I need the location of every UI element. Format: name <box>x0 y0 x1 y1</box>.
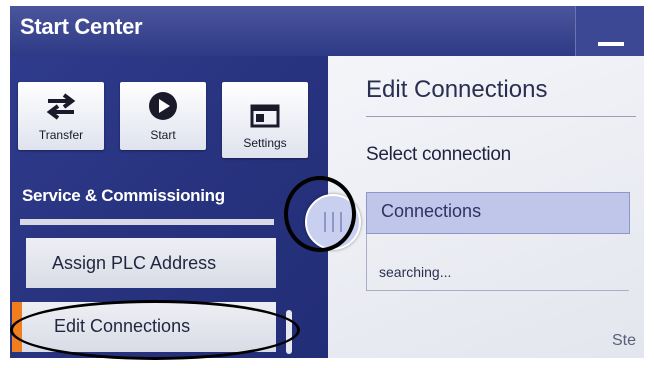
window-title: Start Center <box>20 14 143 39</box>
transfer-button[interactable]: Transfer <box>18 82 104 150</box>
start-label: Start <box>150 128 176 142</box>
sidebar-item-assign-plc-address[interactable]: Assign PLC Address <box>26 238 276 288</box>
title-bar: Start Center <box>10 6 644 56</box>
connections-header-label: Connections <box>381 201 482 221</box>
play-circle-icon <box>120 90 206 122</box>
settings-label: Settings <box>243 136 287 150</box>
minimize-icon <box>598 42 624 46</box>
search-status-text: searching... <box>379 264 452 280</box>
minimize-button[interactable] <box>575 6 644 56</box>
transfer-label: Transfer <box>38 128 84 142</box>
panel-title: Edit Connections <box>366 76 548 103</box>
start-button[interactable]: Start <box>120 82 206 150</box>
annotation-ellipse-edit-connections <box>10 300 300 360</box>
edit-connections-panel: Edit Connections Select connection Conne… <box>328 56 644 358</box>
select-connection-label: Select connection <box>366 144 511 165</box>
sidebar-item-label: Assign PLC Address <box>52 253 217 273</box>
settings-button[interactable]: Settings <box>222 82 308 158</box>
panel-title-divider <box>366 116 636 117</box>
section-title: Service & Commissioning <box>22 186 225 205</box>
annotation-circle-slide-handle <box>284 176 356 252</box>
transfer-arrows-icon <box>18 90 104 122</box>
connections-list[interactable]: searching... <box>366 234 629 291</box>
connections-list-header[interactable]: Connections <box>366 192 630 234</box>
section-divider <box>20 219 274 225</box>
truncated-label: Ste <box>611 332 636 349</box>
settings-window-icon <box>222 100 308 132</box>
